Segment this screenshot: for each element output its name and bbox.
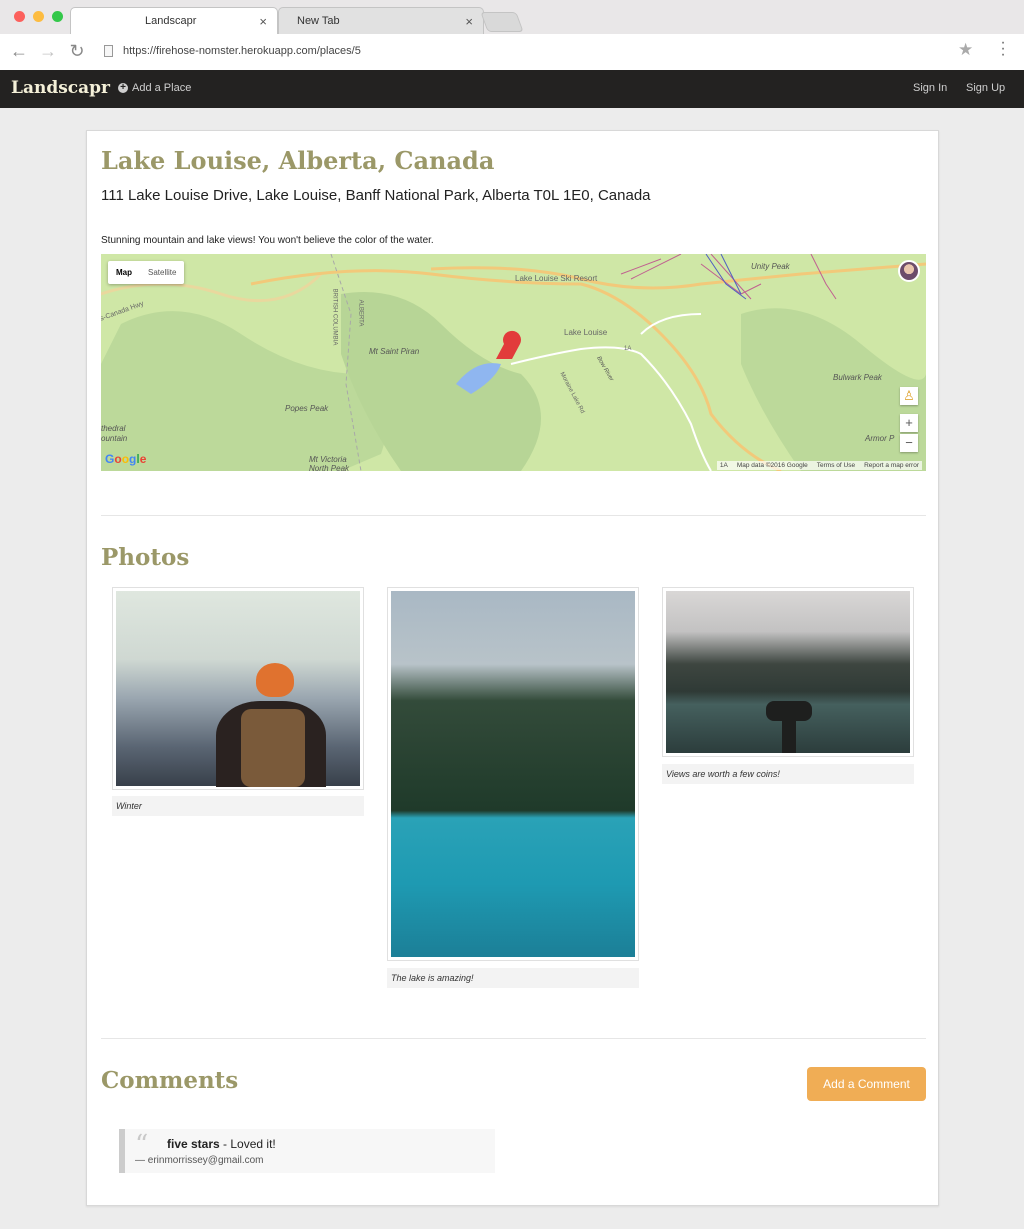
hat-shape xyxy=(256,663,294,697)
comment-body: five stars - Loved it! xyxy=(167,1137,276,1151)
photos-heading: Photos xyxy=(101,544,190,571)
minimize-window-button[interactable] xyxy=(33,11,44,22)
map-label: ALBERTA xyxy=(357,299,364,327)
place-map[interactable]: Map Satellite Lake Louise Ski Resort Uni… xyxy=(101,254,926,471)
photo-lake[interactable] xyxy=(387,587,639,961)
brand-logo[interactable]: Landscapr xyxy=(11,78,110,98)
tab-new-tab[interactable]: New Tab × xyxy=(278,7,484,34)
place-title: Lake Louise, Alberta, Canada xyxy=(101,146,495,175)
photo-caption: Winter xyxy=(112,796,364,816)
map-label: thedral ountain xyxy=(101,424,128,443)
close-window-button[interactable] xyxy=(14,11,25,22)
tab-title: New Tab xyxy=(297,15,340,27)
map-label: Popes Peak xyxy=(285,404,329,413)
street-view-pegman-icon[interactable]: ♙ xyxy=(900,387,918,405)
map-label: Mt Saint Piran xyxy=(369,347,420,356)
comment-text: - Loved it! xyxy=(219,1137,276,1151)
zoom-in-button[interactable]: + xyxy=(900,414,918,432)
report-map-error-link[interactable]: Report a map error xyxy=(864,462,919,469)
map-data-label: Map data ©2016 Google xyxy=(736,462,808,469)
bookmark-star-icon[interactable]: ★ xyxy=(958,40,973,60)
comments-heading: Comments xyxy=(101,1067,239,1094)
map-terrain xyxy=(101,254,926,471)
address-bar[interactable]: https://firehose-nomster.herokuapp.com/p… xyxy=(104,39,984,63)
comment-rating: five stars xyxy=(167,1137,220,1151)
new-tab-button[interactable] xyxy=(480,12,524,32)
map-type-satellite-button[interactable]: Satellite xyxy=(140,268,184,277)
browser-toolbar: ← → ↻ https://firehose-nomster.herokuapp… xyxy=(0,34,1024,70)
backpack-shape xyxy=(241,709,305,787)
binocular-shape xyxy=(766,701,812,721)
map-label: Lake Louise xyxy=(564,328,608,337)
close-icon[interactable]: × xyxy=(259,14,267,29)
maximize-window-button[interactable] xyxy=(52,11,63,22)
terms-of-use-link[interactable]: Terms of Use xyxy=(817,462,855,469)
add-place-link[interactable]: + Add a Place xyxy=(118,82,191,94)
sign-in-link[interactable]: Sign In xyxy=(913,82,947,94)
tab-title: Landscapr xyxy=(145,15,197,27)
scale-label: 1A xyxy=(719,462,728,469)
place-card: Lake Louise, Alberta, Canada 111 Lake Lo… xyxy=(86,130,939,1206)
window-controls xyxy=(14,11,63,22)
map-label: Mt Victoria North Peak xyxy=(309,455,350,471)
tab-landscapr[interactable]: Landscapr × xyxy=(70,7,278,34)
comment-item: “ five stars - Loved it! — erinmorrissey… xyxy=(119,1129,495,1173)
close-icon[interactable]: × xyxy=(465,14,473,29)
site-navbar: Landscapr + Add a Place Sign In Sign Up xyxy=(0,70,1024,108)
forward-arrow-icon[interactable]: → xyxy=(37,41,59,62)
photo-image xyxy=(391,591,635,957)
photo-viewer[interactable] xyxy=(662,587,914,757)
photo-caption: Views are worth a few coins! xyxy=(662,764,914,784)
add-comment-button[interactable]: Add a Comment xyxy=(807,1067,926,1101)
divider xyxy=(101,1038,926,1039)
page-icon xyxy=(104,45,113,57)
binocular-stand-shape xyxy=(782,719,796,753)
browser-chrome: Landscapr × New Tab × ← → ↻ https://fire… xyxy=(0,0,1024,70)
comment-author: — erinmorrissey@gmail.com xyxy=(135,1155,264,1166)
url-text: https://firehose-nomster.herokuapp.com/p… xyxy=(123,45,361,57)
map-label: 1A xyxy=(624,346,632,352)
map-type-toggle: Map Satellite xyxy=(108,261,185,284)
add-place-label: Add a Place xyxy=(132,82,192,94)
back-arrow-icon[interactable]: ← xyxy=(8,41,30,62)
zoom-out-button[interactable]: − xyxy=(900,434,918,452)
google-logo[interactable]: Google xyxy=(105,452,146,466)
divider xyxy=(101,515,926,516)
photo-image xyxy=(116,591,360,787)
reload-icon[interactable]: ↻ xyxy=(66,41,88,62)
plus-circle-icon: + xyxy=(118,83,128,93)
map-label: Lake Louise Ski Resort xyxy=(515,274,598,283)
map-label: BRITISH COLUMBIA xyxy=(331,288,338,346)
browser-menu-icon[interactable]: · · · xyxy=(998,35,1008,63)
map-label: Bulwark Peak xyxy=(833,373,882,382)
sign-up-link[interactable]: Sign Up xyxy=(966,82,1005,94)
photo-winter[interactable] xyxy=(112,587,364,790)
map-label: Unity Peak xyxy=(751,262,790,271)
map-attribution: 1A Map data ©2016 Google Terms of Use Re… xyxy=(716,461,922,470)
photo-caption: The lake is amazing! xyxy=(387,968,639,988)
place-address: 111 Lake Louise Drive, Lake Louise, Banf… xyxy=(101,187,651,204)
map-type-map-button[interactable]: Map xyxy=(108,268,140,277)
place-description: Stunning mountain and lake views! You wo… xyxy=(101,235,434,246)
map-label: Armor P xyxy=(865,434,895,443)
photo-image xyxy=(666,591,910,753)
user-avatar[interactable] xyxy=(898,260,920,282)
